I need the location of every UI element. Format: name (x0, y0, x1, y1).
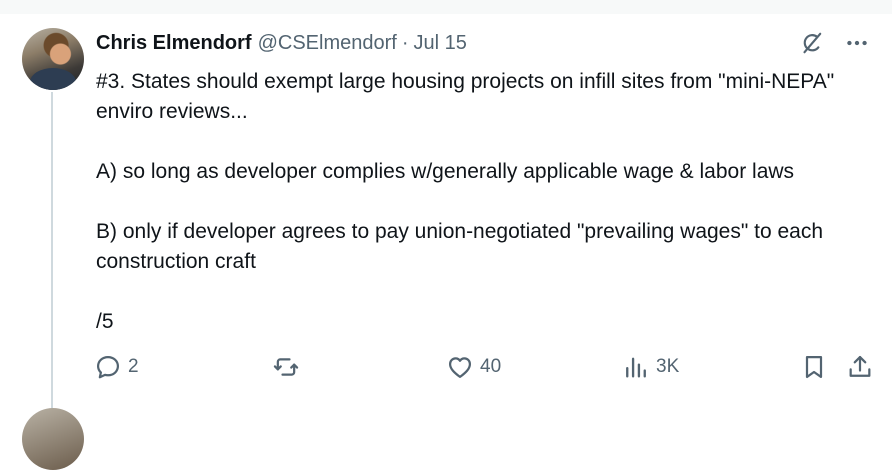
reply-count: 2 (128, 356, 139, 377)
share-icon (849, 355, 871, 377)
grok-icon[interactable] (798, 30, 824, 56)
bookmark-icon (805, 355, 823, 379)
header-actions (798, 30, 870, 56)
tweet-paragraph: B) only if developer agrees to pay union… (96, 220, 824, 273)
more-icon[interactable] (844, 30, 870, 56)
action-bar: 2 40 3K (94, 350, 874, 384)
thread-line (51, 92, 53, 420)
separator-dot: · (401, 32, 409, 54)
views-button[interactable]: 3K (622, 350, 679, 384)
author-name[interactable]: Chris Elmendorf (96, 32, 252, 55)
views-icon (626, 357, 646, 378)
heart-icon (448, 357, 472, 379)
post-date[interactable]: Jul 15 (414, 32, 467, 55)
repost-icon (273, 358, 299, 376)
previous-post-edge (0, 0, 892, 14)
bookmark-button[interactable] (800, 350, 828, 384)
views-count: 3K (656, 356, 680, 377)
tweet-header: Chris Elmendorf @CSElmendorf · Jul 15 (96, 32, 467, 60)
reply-button[interactable]: 2 (94, 350, 139, 384)
share-button[interactable] (846, 350, 874, 384)
author-handle[interactable]: @CSElmendorf (258, 32, 397, 55)
tweet-text: #3. States should exempt large housing p… (96, 67, 866, 337)
tweet-paragraph: #3. States should exempt large housing p… (96, 70, 835, 123)
like-count: 40 (480, 356, 502, 377)
tweet-paragraph: A) so long as developer complies w/gener… (96, 160, 795, 183)
tweet-paragraph: /5 (96, 310, 114, 333)
reply-icon (96, 355, 120, 379)
avatar[interactable] (22, 28, 84, 90)
like-button[interactable]: 40 (446, 350, 501, 384)
repost-button[interactable] (272, 350, 306, 384)
next-post-avatar[interactable] (22, 408, 84, 470)
